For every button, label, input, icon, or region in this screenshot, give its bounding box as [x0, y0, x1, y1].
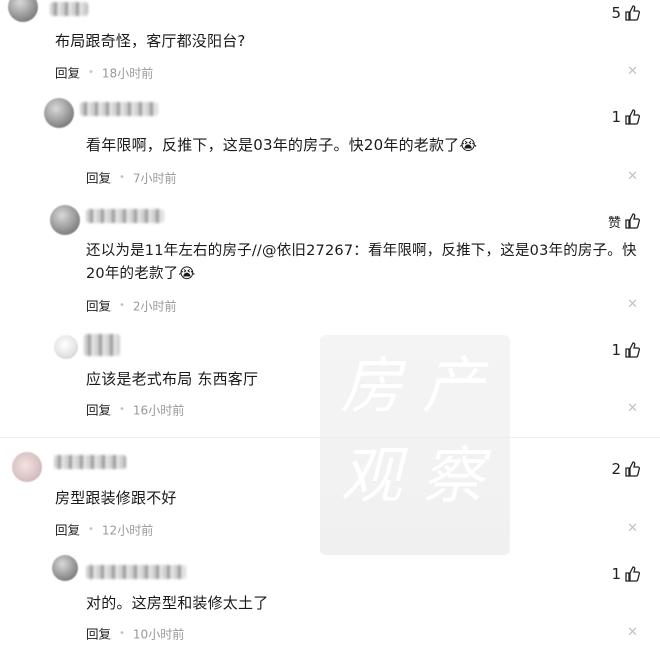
watermark-line2: 观 察: [340, 439, 484, 512]
avatar[interactable]: [52, 555, 78, 581]
separator-dot: •: [119, 172, 125, 183]
like-button[interactable]: 1: [611, 563, 640, 585]
comment-meta: 回复 • 2小时前: [86, 297, 177, 315]
comment-time: 12小时前: [101, 523, 154, 538]
divider: [0, 437, 660, 438]
username-redacted: [54, 455, 126, 469]
comment-text-body: 看年限啊，反推下，这是03年的房子。快20年的老款了: [86, 136, 460, 154]
comment-meta: 回复 • 7小时前: [86, 169, 177, 187]
comment-meta: 回复 • 12小时前: [55, 521, 153, 539]
like-button[interactable]: 1: [611, 339, 640, 361]
username-redacted: [50, 2, 88, 16]
avatar[interactable]: [44, 98, 74, 128]
crying-emoji-icon: 😭: [178, 266, 196, 282]
close-icon[interactable]: ✕: [627, 401, 638, 416]
comment-text-line2: 20年的老款了😭: [86, 261, 196, 288]
comment-meta: 回复 • 16小时前: [86, 401, 184, 419]
thumbs-up-icon: [625, 461, 640, 477]
like-count: 2: [611, 460, 621, 478]
thumbs-up-icon: [625, 342, 640, 358]
avatar[interactable]: [50, 205, 80, 235]
comment-meta: 回复 • 18小时前: [55, 64, 153, 82]
like-label: 赞: [607, 215, 621, 231]
thumbs-up-icon: [625, 109, 640, 125]
username-redacted: [84, 334, 120, 356]
separator-dot: •: [119, 300, 125, 311]
separator-dot: •: [119, 628, 125, 639]
crying-emoji-icon: 😭: [459, 136, 478, 154]
like-button[interactable]: 5: [611, 2, 640, 24]
comment-text: 房型跟装修跟不好: [55, 489, 177, 507]
thumbs-up-icon: [625, 5, 640, 21]
close-icon[interactable]: ✕: [627, 521, 638, 536]
close-icon[interactable]: ✕: [627, 169, 638, 184]
like-button[interactable]: 赞: [608, 210, 640, 232]
separator-dot: •: [119, 404, 125, 415]
reply-button[interactable]: 回复: [86, 403, 111, 418]
username-redacted: [86, 209, 164, 223]
like-count: 1: [611, 108, 621, 126]
username-redacted: [80, 102, 158, 116]
avatar[interactable]: [8, 0, 38, 22]
reply-button[interactable]: 回复: [86, 171, 111, 186]
comment-time: 7小时前: [132, 171, 177, 186]
like-count: 5: [611, 4, 621, 22]
close-icon[interactable]: ✕: [627, 297, 638, 312]
thumbs-up-icon: [625, 213, 640, 229]
comment-text-body: 20年的老款了: [86, 266, 179, 282]
close-icon[interactable]: ✕: [627, 625, 638, 640]
reply-button[interactable]: 回复: [86, 299, 111, 314]
like-button[interactable]: 1: [611, 106, 640, 128]
reply-button[interactable]: 回复: [86, 627, 111, 642]
comment-text: 看年限啊，反推下，这是03年的房子。快20年的老款了😭: [86, 132, 477, 159]
like-count: 1: [611, 565, 621, 583]
close-icon[interactable]: ✕: [627, 64, 638, 79]
comment-time: 2小时前: [132, 299, 177, 314]
separator-dot: •: [88, 67, 94, 78]
comment-text: 布局跟奇怪，客厅都没阳台?: [55, 32, 246, 50]
watermark-logo: 房 产 观 察: [320, 335, 510, 555]
separator-dot: •: [88, 524, 94, 535]
thumbs-up-icon: [625, 566, 640, 582]
reply-button[interactable]: 回复: [55, 523, 80, 538]
watermark-line1: 房 产: [340, 349, 484, 422]
comment-text: 应该是老式布局 东西客厅: [86, 370, 259, 388]
comment-time: 10小时前: [132, 627, 185, 642]
avatar[interactable]: [12, 452, 42, 482]
reply-button[interactable]: 回复: [55, 66, 80, 81]
comment-meta: 回复 • 10小时前: [86, 625, 184, 643]
avatar[interactable]: [54, 335, 78, 359]
username-redacted: [86, 565, 186, 579]
comment-text: 对的。这房型和装修太土了: [86, 594, 269, 612]
comment-time: 16小时前: [132, 403, 185, 418]
comment-time: 18小时前: [101, 66, 154, 81]
like-button[interactable]: 2: [611, 458, 640, 480]
like-count: 1: [611, 341, 621, 359]
